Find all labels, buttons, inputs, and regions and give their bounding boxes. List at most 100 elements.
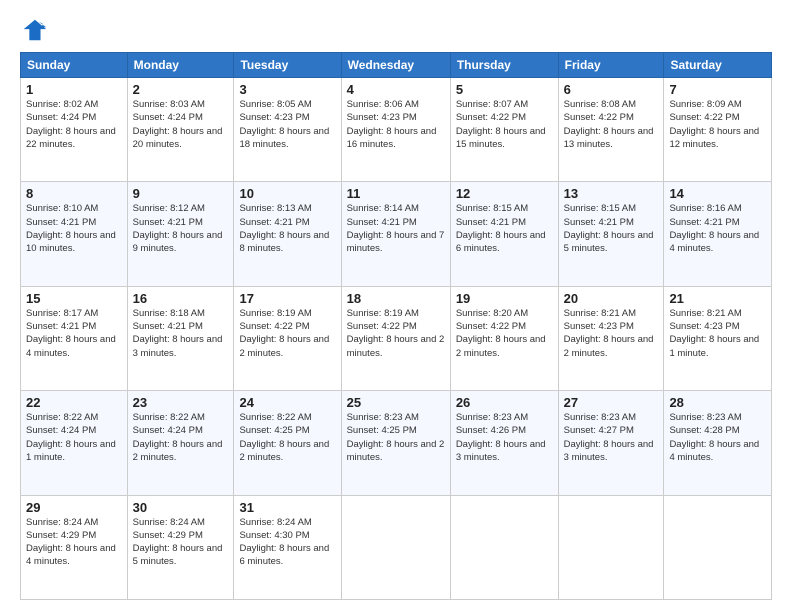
- logo-icon: [20, 16, 48, 44]
- day-number: 11: [347, 186, 445, 201]
- day-info: Sunrise: 8:23 AMSunset: 4:26 PMDaylight:…: [456, 411, 553, 464]
- day-number: 26: [456, 395, 553, 410]
- day-cell-18: 18Sunrise: 8:19 AMSunset: 4:22 PMDayligh…: [341, 286, 450, 390]
- day-info: Sunrise: 8:06 AMSunset: 4:23 PMDaylight:…: [347, 98, 445, 151]
- day-info: Sunrise: 8:07 AMSunset: 4:22 PMDaylight:…: [456, 98, 553, 151]
- day-info: Sunrise: 8:21 AMSunset: 4:23 PMDaylight:…: [669, 307, 766, 360]
- day-info: Sunrise: 8:23 AMSunset: 4:25 PMDaylight:…: [347, 411, 445, 464]
- day-cell-11: 11Sunrise: 8:14 AMSunset: 4:21 PMDayligh…: [341, 182, 450, 286]
- day-info: Sunrise: 8:23 AMSunset: 4:28 PMDaylight:…: [669, 411, 766, 464]
- day-header-monday: Monday: [127, 53, 234, 78]
- day-info: Sunrise: 8:20 AMSunset: 4:22 PMDaylight:…: [456, 307, 553, 360]
- day-info: Sunrise: 8:05 AMSunset: 4:23 PMDaylight:…: [239, 98, 335, 151]
- calendar-week-1: 1Sunrise: 8:02 AMSunset: 4:24 PMDaylight…: [21, 78, 772, 182]
- day-number: 15: [26, 291, 122, 306]
- day-info: Sunrise: 8:15 AMSunset: 4:21 PMDaylight:…: [456, 202, 553, 255]
- day-info: Sunrise: 8:24 AMSunset: 4:29 PMDaylight:…: [26, 516, 122, 569]
- day-header-sunday: Sunday: [21, 53, 128, 78]
- day-info: Sunrise: 8:14 AMSunset: 4:21 PMDaylight:…: [347, 202, 445, 255]
- day-info: Sunrise: 8:12 AMSunset: 4:21 PMDaylight:…: [133, 202, 229, 255]
- day-number: 9: [133, 186, 229, 201]
- day-cell-13: 13Sunrise: 8:15 AMSunset: 4:21 PMDayligh…: [558, 182, 664, 286]
- day-cell-28: 28Sunrise: 8:23 AMSunset: 4:28 PMDayligh…: [664, 391, 772, 495]
- empty-cell: [558, 495, 664, 599]
- calendar-week-3: 15Sunrise: 8:17 AMSunset: 4:21 PMDayligh…: [21, 286, 772, 390]
- day-cell-22: 22Sunrise: 8:22 AMSunset: 4:24 PMDayligh…: [21, 391, 128, 495]
- day-number: 21: [669, 291, 766, 306]
- day-number: 1: [26, 82, 122, 97]
- day-cell-14: 14Sunrise: 8:16 AMSunset: 4:21 PMDayligh…: [664, 182, 772, 286]
- day-info: Sunrise: 8:15 AMSunset: 4:21 PMDaylight:…: [564, 202, 659, 255]
- day-number: 27: [564, 395, 659, 410]
- day-info: Sunrise: 8:24 AMSunset: 4:29 PMDaylight:…: [133, 516, 229, 569]
- day-number: 28: [669, 395, 766, 410]
- day-number: 29: [26, 500, 122, 515]
- day-cell-27: 27Sunrise: 8:23 AMSunset: 4:27 PMDayligh…: [558, 391, 664, 495]
- day-info: Sunrise: 8:09 AMSunset: 4:22 PMDaylight:…: [669, 98, 766, 151]
- day-info: Sunrise: 8:21 AMSunset: 4:23 PMDaylight:…: [564, 307, 659, 360]
- day-header-tuesday: Tuesday: [234, 53, 341, 78]
- day-info: Sunrise: 8:03 AMSunset: 4:24 PMDaylight:…: [133, 98, 229, 151]
- day-info: Sunrise: 8:02 AMSunset: 4:24 PMDaylight:…: [26, 98, 122, 151]
- day-cell-9: 9Sunrise: 8:12 AMSunset: 4:21 PMDaylight…: [127, 182, 234, 286]
- day-cell-10: 10Sunrise: 8:13 AMSunset: 4:21 PMDayligh…: [234, 182, 341, 286]
- day-cell-30: 30Sunrise: 8:24 AMSunset: 4:29 PMDayligh…: [127, 495, 234, 599]
- day-cell-29: 29Sunrise: 8:24 AMSunset: 4:29 PMDayligh…: [21, 495, 128, 599]
- day-cell-24: 24Sunrise: 8:22 AMSunset: 4:25 PMDayligh…: [234, 391, 341, 495]
- day-cell-31: 31Sunrise: 8:24 AMSunset: 4:30 PMDayligh…: [234, 495, 341, 599]
- day-number: 16: [133, 291, 229, 306]
- day-number: 3: [239, 82, 335, 97]
- day-number: 31: [239, 500, 335, 515]
- day-cell-7: 7Sunrise: 8:09 AMSunset: 4:22 PMDaylight…: [664, 78, 772, 182]
- day-info: Sunrise: 8:22 AMSunset: 4:24 PMDaylight:…: [133, 411, 229, 464]
- calendar-week-5: 29Sunrise: 8:24 AMSunset: 4:29 PMDayligh…: [21, 495, 772, 599]
- day-cell-5: 5Sunrise: 8:07 AMSunset: 4:22 PMDaylight…: [450, 78, 558, 182]
- calendar-table: SundayMondayTuesdayWednesdayThursdayFrid…: [20, 52, 772, 600]
- day-cell-15: 15Sunrise: 8:17 AMSunset: 4:21 PMDayligh…: [21, 286, 128, 390]
- day-header-friday: Friday: [558, 53, 664, 78]
- day-cell-19: 19Sunrise: 8:20 AMSunset: 4:22 PMDayligh…: [450, 286, 558, 390]
- day-number: 18: [347, 291, 445, 306]
- day-number: 5: [456, 82, 553, 97]
- day-number: 20: [564, 291, 659, 306]
- day-info: Sunrise: 8:16 AMSunset: 4:21 PMDaylight:…: [669, 202, 766, 255]
- day-info: Sunrise: 8:22 AMSunset: 4:24 PMDaylight:…: [26, 411, 122, 464]
- day-cell-25: 25Sunrise: 8:23 AMSunset: 4:25 PMDayligh…: [341, 391, 450, 495]
- day-info: Sunrise: 8:22 AMSunset: 4:25 PMDaylight:…: [239, 411, 335, 464]
- day-number: 22: [26, 395, 122, 410]
- day-number: 7: [669, 82, 766, 97]
- day-number: 2: [133, 82, 229, 97]
- day-number: 14: [669, 186, 766, 201]
- calendar-week-4: 22Sunrise: 8:22 AMSunset: 4:24 PMDayligh…: [21, 391, 772, 495]
- day-info: Sunrise: 8:19 AMSunset: 4:22 PMDaylight:…: [347, 307, 445, 360]
- day-number: 8: [26, 186, 122, 201]
- header: [20, 16, 772, 44]
- day-number: 13: [564, 186, 659, 201]
- day-info: Sunrise: 8:10 AMSunset: 4:21 PMDaylight:…: [26, 202, 122, 255]
- day-number: 30: [133, 500, 229, 515]
- day-cell-23: 23Sunrise: 8:22 AMSunset: 4:24 PMDayligh…: [127, 391, 234, 495]
- day-number: 12: [456, 186, 553, 201]
- day-header-wednesday: Wednesday: [341, 53, 450, 78]
- day-header-thursday: Thursday: [450, 53, 558, 78]
- page: SundayMondayTuesdayWednesdayThursdayFrid…: [0, 0, 792, 612]
- day-number: 10: [239, 186, 335, 201]
- day-cell-1: 1Sunrise: 8:02 AMSunset: 4:24 PMDaylight…: [21, 78, 128, 182]
- day-cell-20: 20Sunrise: 8:21 AMSunset: 4:23 PMDayligh…: [558, 286, 664, 390]
- calendar-week-2: 8Sunrise: 8:10 AMSunset: 4:21 PMDaylight…: [21, 182, 772, 286]
- day-number: 23: [133, 395, 229, 410]
- day-info: Sunrise: 8:19 AMSunset: 4:22 PMDaylight:…: [239, 307, 335, 360]
- day-cell-6: 6Sunrise: 8:08 AMSunset: 4:22 PMDaylight…: [558, 78, 664, 182]
- day-cell-4: 4Sunrise: 8:06 AMSunset: 4:23 PMDaylight…: [341, 78, 450, 182]
- logo: [20, 16, 52, 44]
- day-cell-2: 2Sunrise: 8:03 AMSunset: 4:24 PMDaylight…: [127, 78, 234, 182]
- empty-cell: [664, 495, 772, 599]
- day-number: 25: [347, 395, 445, 410]
- day-number: 19: [456, 291, 553, 306]
- empty-cell: [341, 495, 450, 599]
- day-header-saturday: Saturday: [664, 53, 772, 78]
- day-info: Sunrise: 8:23 AMSunset: 4:27 PMDaylight:…: [564, 411, 659, 464]
- day-cell-26: 26Sunrise: 8:23 AMSunset: 4:26 PMDayligh…: [450, 391, 558, 495]
- day-cell-12: 12Sunrise: 8:15 AMSunset: 4:21 PMDayligh…: [450, 182, 558, 286]
- empty-cell: [450, 495, 558, 599]
